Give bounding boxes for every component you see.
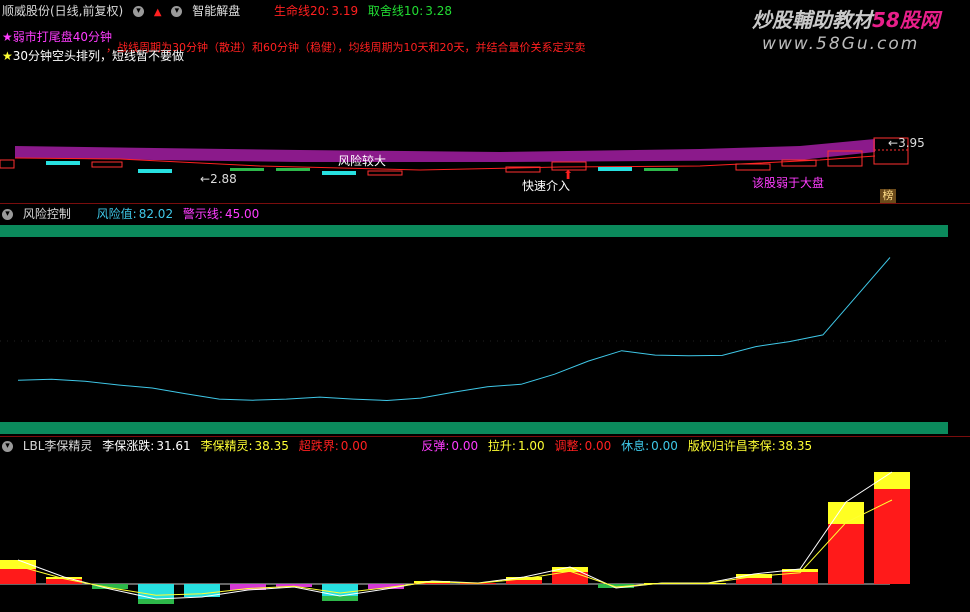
lbl-chart bbox=[0, 471, 910, 604]
bar-negative-extra bbox=[322, 596, 358, 601]
purple-band bbox=[15, 139, 875, 162]
lbl-panel: ▾ LBL李保精灵 李保涨跌: 31.61 李保精灵: 38.35 超跌界: 0.00… bbox=[0, 437, 970, 612]
corner-badge[interactable]: 榜 bbox=[880, 189, 896, 203]
risk-line bbox=[17, 257, 891, 402]
weaker-than-market-label: 该股弱于大盘 bbox=[752, 176, 825, 190]
lower-band bbox=[0, 422, 948, 434]
bar-red bbox=[736, 578, 772, 584]
bar-red bbox=[506, 580, 542, 584]
bar-red bbox=[0, 569, 36, 584]
low-price-value: 2.88 bbox=[210, 172, 237, 186]
main-chart-panel: 顺威股份(日线,前复权) ▾ ▲ ▾ 智能解盘 生命线20: 3.19 取舍线10… bbox=[0, 0, 970, 203]
risk-control-panel: ▾ 风险控制 风险值: 82.02 警示线: 45.00 bbox=[0, 204, 970, 436]
bar-red bbox=[828, 524, 864, 584]
high-price-value: 3.95 bbox=[898, 136, 925, 150]
high-price-label: ←3.95 bbox=[888, 136, 925, 150]
bar-red bbox=[874, 489, 910, 584]
low-price-label: ←2.88 bbox=[200, 172, 237, 186]
upper-band bbox=[0, 225, 948, 237]
price-chart bbox=[0, 137, 909, 176]
bar-negative-extra bbox=[138, 599, 174, 604]
risk-big-label: 风险较大 bbox=[338, 154, 387, 168]
buy-arrow-icon: ⬆ bbox=[563, 168, 574, 182]
risk-chart bbox=[0, 225, 948, 434]
